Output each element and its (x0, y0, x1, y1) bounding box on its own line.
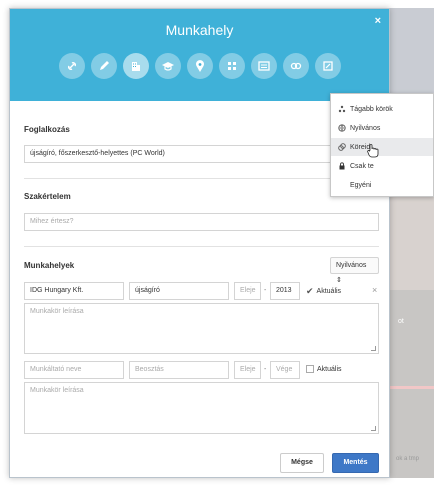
background-divider (390, 386, 434, 389)
cancel-button[interactable]: Mégse (280, 453, 324, 473)
expertise-input[interactable]: Mihez értesz? (24, 213, 379, 231)
menu-item-label: Nyilvános (350, 124, 381, 132)
link-icon[interactable] (58, 53, 85, 79)
start-year-input[interactable]: Eleje (234, 361, 261, 379)
map-pin-icon[interactable] (186, 53, 213, 79)
current-checkbox[interactable]: ✔ Aktuális (306, 286, 341, 297)
expertise-label: Szakértelem (24, 192, 71, 201)
list-icon[interactable] (250, 53, 277, 79)
circles-icon (338, 143, 346, 151)
pencil-icon[interactable] (90, 53, 117, 79)
link-chain-icon[interactable] (282, 53, 309, 79)
graduation-cap-icon[interactable] (154, 53, 181, 79)
lock-icon (339, 162, 345, 170)
resize-grip-icon[interactable] (371, 426, 376, 431)
current-label: Aktuális (317, 365, 342, 373)
occupation-input[interactable]: újságíró, főszerkesztő-helyettes (PC Wor… (24, 145, 379, 163)
occupation-label: Foglalkozás (24, 125, 70, 134)
menu-item-label: Tágabb körök (350, 105, 393, 113)
stats-icon[interactable] (218, 53, 245, 79)
divider (24, 246, 379, 247)
description-textarea[interactable]: Munkakör leírása (24, 382, 379, 434)
menu-item-public[interactable]: Nyilvános (331, 119, 433, 137)
dialog-header: Munkahely × (10, 9, 389, 101)
resize-grip-icon[interactable] (371, 346, 376, 351)
checkbox-box[interactable] (306, 365, 314, 373)
current-label: Aktuális (316, 288, 342, 295)
background-footer: ok a tmp (396, 456, 420, 462)
menu-item-circles[interactable]: Köreid (331, 138, 433, 156)
close-icon[interactable]: × (375, 15, 381, 27)
date-separator: - (264, 287, 267, 294)
menu-item-label: Csak te (350, 162, 374, 170)
start-year-input[interactable]: Eleje (234, 282, 261, 300)
remove-icon[interactable]: × (372, 285, 377, 295)
hand-cursor-icon (367, 144, 379, 158)
current-checkbox[interactable]: Aktuális (306, 365, 342, 373)
description-placeholder: Munkakör leírása (30, 387, 84, 394)
menu-item-extended-circles[interactable]: Tágabb körök (331, 100, 433, 118)
globe-icon (338, 124, 346, 132)
workplace-dialog: Munkahely × Foglalkozás újságíró, főszer… (9, 8, 390, 478)
description-textarea[interactable]: Munkakör leírása (24, 303, 379, 354)
end-year-input[interactable]: Vége (270, 361, 300, 379)
position-input[interactable]: Beosztás (129, 361, 229, 379)
date-separator: - (264, 366, 267, 373)
end-year-input[interactable]: 2013 (270, 282, 300, 300)
menu-item-only-you[interactable]: Csak te (331, 157, 433, 175)
frame-icon[interactable] (314, 53, 341, 79)
background-page: ot ok a tmp (390, 8, 434, 478)
description-placeholder: Munkakör leírása (30, 308, 84, 315)
company-input[interactable]: IDG Hungary Kft. (24, 282, 124, 300)
visibility-dropdown[interactable]: Nyilvános ⇕ (330, 257, 379, 284)
background-caption: ot (398, 318, 404, 325)
divider (24, 178, 379, 179)
section-icon-row (10, 53, 389, 79)
menu-item-custom[interactable]: Egyéni (331, 176, 433, 194)
dialog-title: Munkahely (165, 22, 234, 38)
building-icon[interactable] (122, 53, 149, 79)
menu-item-label: Egyéni (350, 181, 372, 189)
workplaces-label: Munkahelyek (24, 261, 75, 270)
company-input[interactable]: Munkáltató neve (24, 361, 124, 379)
checkmark-icon: ✔ (306, 286, 314, 296)
extended-circles-icon (338, 105, 346, 113)
save-button[interactable]: Mentés (332, 453, 379, 473)
position-input[interactable]: újságíró (129, 282, 229, 300)
visibility-menu: Tágabb körök Nyilvános Köreid Csak te Eg… (330, 93, 434, 197)
